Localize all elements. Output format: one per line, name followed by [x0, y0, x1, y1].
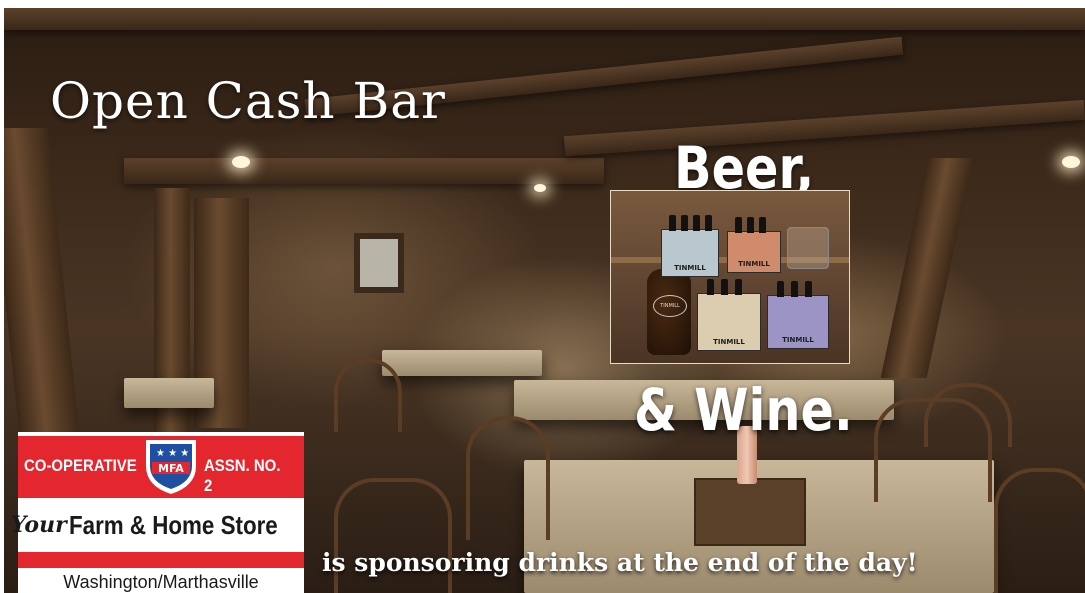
logo-location: Washington/Marthasville [63, 572, 259, 592]
dining-table [382, 350, 542, 376]
beer-bottle [805, 281, 812, 297]
mfa-shield-icon: ★ ★ ★ MFA [146, 440, 196, 494]
six-pack-carrier: TINMILL [727, 231, 781, 273]
six-pack-carrier: TINMILL [697, 293, 761, 351]
beer-bottle [759, 217, 766, 233]
carrier-brand-label: TINMILL [674, 264, 706, 272]
carrier-brand-label: TINMILL [713, 338, 745, 346]
dining-table [124, 378, 214, 408]
beer-bottle [669, 215, 676, 231]
slide: Open Cash Bar Beer, TINMILL TINMILL TINM… [4, 8, 1085, 593]
back-window [354, 233, 404, 293]
wooden-post [880, 158, 974, 378]
wooden-chair [466, 416, 550, 540]
six-pack-carrier: TINMILL [661, 229, 719, 277]
six-pack-carrier: TINMILL [767, 295, 829, 349]
beer-bottle [707, 279, 714, 295]
condiment-caddy [694, 478, 806, 546]
logo-your-text: Your [10, 512, 67, 538]
carrier-brand-label: TINMILL [738, 260, 770, 268]
ceiling-lamp [232, 156, 250, 168]
logo-cooperative-text: CO-OPERATIVE [24, 456, 137, 475]
ceiling-beam [124, 158, 604, 184]
beer-bottle [735, 217, 742, 233]
logo-assn-text: ASSN. NO. 2 [204, 456, 281, 495]
beer-bottle [681, 215, 688, 231]
beer-bottle [791, 281, 798, 297]
beer-bottle [777, 281, 784, 297]
wooden-chair [334, 358, 402, 432]
beer-glass [787, 227, 829, 269]
beer-product-photo: TINMILL TINMILL TINMILL TINMILL TINMILL [610, 190, 850, 364]
logo-store-name: Farm & Home Store [68, 509, 278, 540]
sponsor-logo: CO-OPERATIVE ★ ★ ★ MFA ASSN. NO. 2 Your … [11, 432, 304, 593]
ceiling-beam [4, 8, 1085, 30]
wine-heading: & Wine. [634, 376, 853, 444]
ceiling-beam [563, 99, 1085, 157]
sponsor-message: is sponsoring drinks at the end of the d… [322, 548, 918, 577]
wooden-chair [924, 383, 1012, 447]
ceiling-lamp [534, 184, 546, 192]
shield-text: MFA [158, 462, 184, 475]
beer-bottle [747, 217, 754, 233]
ceiling-lamp [1062, 156, 1080, 168]
slide-title: Open Cash Bar [50, 72, 446, 130]
svg-text:★ ★ ★: ★ ★ ★ [156, 448, 189, 459]
wooden-post [4, 128, 81, 448]
growler-label: TINMILL [653, 295, 687, 317]
logo-red-banner: CO-OPERATIVE ★ ★ ★ MFA ASSN. NO. 2 [18, 436, 304, 498]
beer-bottle [735, 279, 742, 295]
logo-store-line: Your Farm & Home Store [11, 500, 304, 550]
carrier-brand-label: TINMILL [782, 336, 814, 344]
logo-red-band [18, 552, 304, 568]
wooden-chair [994, 468, 1085, 593]
wooden-post [154, 188, 190, 448]
beer-bottle [693, 215, 700, 231]
beer-bottle [705, 215, 712, 231]
beer-bottle [721, 279, 728, 295]
